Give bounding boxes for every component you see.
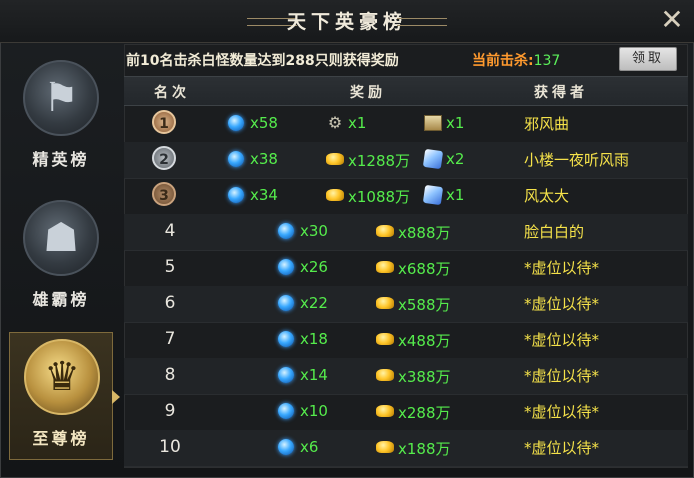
table-row: 10 x6 x188万 *虚位以待* [124, 430, 688, 467]
reward-quantity: x1 [446, 114, 465, 132]
rank-number: 10 [159, 437, 181, 457]
diamond-icon [278, 331, 294, 347]
tab-supreme[interactable]: ♛ 至尊榜 [9, 332, 120, 460]
reward-quantity: x1288万 [348, 152, 411, 170]
winner-name: *虚位以待* [524, 403, 600, 421]
gold-icon [376, 225, 394, 237]
tab-hegemon[interactable]: ☗ 雄霸榜 [9, 194, 113, 322]
reward-quantity: x14 [300, 366, 328, 384]
diamond-icon [228, 187, 244, 203]
diamond-icon [278, 295, 294, 311]
table-row: 6 x22 x588万 *虚位以待* [124, 286, 688, 323]
gold-icon [376, 261, 394, 273]
header-winner: 获得者 [534, 85, 588, 101]
winner-name: 小楼一夜听风雨 [524, 151, 630, 169]
diamond-icon [278, 439, 294, 455]
winner-name: *虚位以待* [524, 367, 600, 385]
table-row: 4 x30 x888万 脸白白的 [124, 214, 688, 251]
reward-quantity: x188万 [398, 440, 451, 458]
sidebar: ⚑ 精英榜 ☗ 雄霸榜 ♛ 至尊榜 [9, 54, 120, 470]
reward-quantity: x58 [250, 114, 278, 132]
reward-quantity: x1 [446, 186, 465, 204]
rank-medal-icon: 2 [152, 146, 176, 170]
reward-quantity: x888万 [398, 224, 451, 242]
reward-quantity: x18 [300, 330, 328, 348]
reward-quantity: x26 [300, 258, 328, 276]
reward-quantity: x588万 [398, 296, 451, 314]
tab-supreme-label: 至尊榜 [32, 429, 90, 448]
gold-icon [376, 441, 394, 453]
table-row: 1 x58 ⚙ x1 x1 邪风曲 [124, 106, 688, 143]
diamond-icon [228, 115, 244, 131]
winner-name: 脸白白的 [524, 223, 585, 241]
window-title: 天下英豪榜 [286, 11, 407, 33]
title-ornament-right [397, 18, 447, 26]
rank-number: 6 [164, 293, 176, 313]
rank-number: 9 [164, 401, 176, 421]
header-reward: 奖励 [350, 85, 386, 101]
winner-name: *虚位以待* [524, 259, 600, 277]
reward-quantity: x1 [348, 114, 367, 132]
winner-name: *虚位以待* [524, 295, 600, 313]
diamond-icon [228, 151, 244, 167]
gold-icon [376, 333, 394, 345]
diamond-icon [278, 223, 294, 239]
rank-medal-icon: 3 [152, 182, 176, 206]
diamond-icon [278, 367, 294, 383]
gold-icon [376, 297, 394, 309]
reward-quantity: x288万 [398, 404, 451, 422]
tab-hegemon-label: 雄霸榜 [32, 290, 90, 309]
reward-quantity: x34 [250, 186, 278, 204]
claim-button[interactable]: 领取 [619, 47, 677, 71]
gold-icon [326, 153, 344, 165]
table-header: 名次 奖励 获得者 [124, 76, 688, 106]
gear-icon: ⚙ [327, 113, 343, 132]
crystal-icon [422, 148, 444, 170]
header-rank: 名次 [154, 85, 190, 101]
table-row: 8 x14 x388万 *虚位以待* [124, 358, 688, 395]
reward-quantity: x2 [446, 150, 465, 168]
table-row: 7 x18 x488万 *虚位以待* [124, 322, 688, 359]
table-row: 9 x10 x288万 *虚位以待* [124, 394, 688, 431]
active-tab-arrow-icon [112, 390, 120, 404]
gold-icon [376, 405, 394, 417]
winner-name: 邪风曲 [524, 115, 570, 133]
kill-counter-value: 137 [533, 53, 561, 69]
winner-name: 风太大 [524, 187, 570, 205]
winner-name: *虚位以待* [524, 331, 600, 349]
reward-quantity: x10 [300, 402, 328, 420]
gold-icon [376, 369, 394, 381]
close-icon[interactable]: ✕ [658, 6, 686, 34]
kill-counter: 当前击杀:137 [472, 50, 560, 70]
tab-elite-label: 精英榜 [32, 150, 90, 169]
rank-number: 8 [164, 365, 176, 385]
title-bar: 天下英豪榜 ✕ [0, 0, 694, 43]
reward-quantity: x1088万 [348, 188, 411, 206]
chest-icon [424, 115, 442, 131]
table-row: 3 x34 x1088万 x1 风太大 [124, 178, 688, 215]
reward-quantity: x388万 [398, 368, 451, 386]
rank-number: 5 [164, 257, 176, 277]
rank-medal-icon: 1 [152, 110, 176, 134]
gold-icon [326, 189, 344, 201]
reward-quantity: x38 [250, 150, 278, 168]
diamond-icon [278, 403, 294, 419]
reward-quantity: x6 [300, 438, 319, 456]
kill-counter-label: 当前击杀: [472, 53, 534, 69]
rank-number: 7 [164, 329, 176, 349]
table-row: 5 x26 x688万 *虚位以待* [124, 250, 688, 287]
crystal-icon [422, 184, 444, 206]
tab-elite[interactable]: ⚑ 精英榜 [9, 54, 113, 182]
reward-quantity: x688万 [398, 260, 451, 278]
reward-quantity: x30 [300, 222, 328, 240]
reward-quantity: x22 [300, 294, 328, 312]
info-bar: 前10名击杀白怪数量达到288只则获得奖励 当前击杀:137 领取 [124, 44, 688, 74]
table-row: 2 x38 x1288万 x2 小楼一夜听风雨 [124, 142, 688, 179]
requirement-text: 前10名击杀白怪数量达到288只则获得奖励 [126, 53, 399, 69]
reward-quantity: x488万 [398, 332, 451, 350]
diamond-icon [278, 259, 294, 275]
winner-name: *虚位以待* [524, 439, 600, 457]
rank-number: 4 [164, 221, 176, 241]
